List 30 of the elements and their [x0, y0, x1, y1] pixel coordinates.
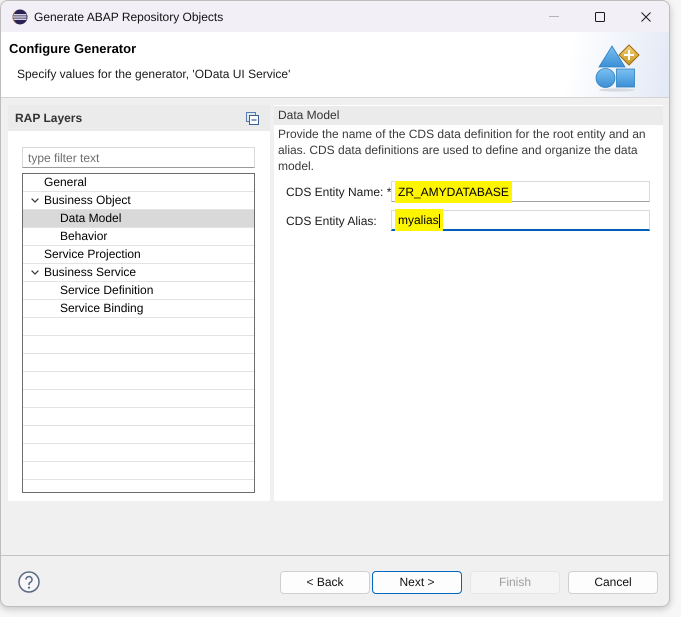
filter-field[interactable]: type filter text — [22, 147, 255, 168]
tree-item[interactable]: General — [23, 174, 254, 192]
page-description: Specify values for the generator, 'OData UI Service' — [17, 66, 290, 82]
text-field[interactable]: myalias — [391, 210, 650, 231]
text-field[interactable]: ZR_AMYDATABASE — [391, 181, 650, 202]
tree-item[interactable]: Service Definition — [23, 282, 254, 300]
dialog-button[interactable]: Next > — [372, 571, 462, 594]
text-cursor-icon — [438, 214, 440, 228]
app-logo-icon — [12, 8, 28, 24]
collapse-all-icon[interactable] — [246, 112, 259, 124]
close-icon[interactable] — [641, 12, 651, 22]
tree-item[interactable]: Service Binding — [23, 300, 254, 318]
field-label: CDS Entity Name: * — [285, 184, 391, 200]
chevron-down-icon[interactable] — [31, 270, 39, 275]
tree-item[interactable]: Business Service — [23, 264, 254, 282]
window-title: Generate ABAP Repository Objects — [34, 8, 224, 26]
tree-item[interactable]: Behavior — [23, 228, 254, 246]
tree-item[interactable]: Data Model — [23, 210, 254, 228]
section-title: Data Model — [274, 106, 663, 125]
field-label: CDS Entity Alias: — [285, 212, 378, 230]
dialog-button[interactable]: Cancel — [568, 571, 658, 594]
tree-item[interactable]: Service Projection — [23, 246, 254, 264]
panel-title: RAP Layers — [15, 110, 82, 127]
section-description: Provide the name of the CDS data definition for the root entity and an alias. CDS data definitions are used to define and organize the data model. — [277, 126, 647, 174]
shapes-icon — [595, 44, 641, 92]
dialog-button[interactable]: < Back — [280, 571, 370, 594]
page-title: Configure Generator — [9, 41, 138, 57]
maximize-icon[interactable] — [595, 12, 605, 22]
chevron-down-icon[interactable] — [31, 198, 39, 203]
help-icon[interactable] — [18, 571, 40, 593]
